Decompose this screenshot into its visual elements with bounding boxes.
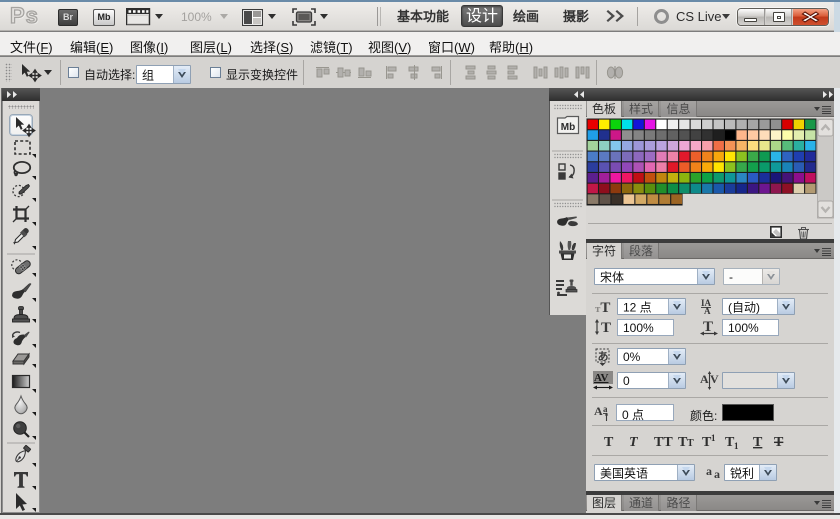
svg-text:V: V — [710, 372, 719, 386]
svg-text:あ: あ — [598, 350, 609, 363]
svg-text:T: T — [604, 435, 614, 450]
svg-text:a: a — [603, 404, 608, 414]
svg-text:1: 1 — [734, 441, 739, 450]
svg-text:1: 1 — [711, 433, 716, 443]
svg-text:T: T — [703, 319, 713, 335]
svg-text:T: T — [601, 320, 611, 336]
svg-text:Mb: Mb — [561, 122, 575, 133]
svg-text:A: A — [704, 306, 711, 315]
svg-text:a: a — [714, 467, 720, 480]
svg-text:T: T — [774, 435, 784, 450]
svg-text:A: A — [594, 404, 603, 418]
svg-text:T: T — [687, 438, 694, 449]
svg-text:A: A — [700, 372, 709, 386]
svg-text:T: T — [629, 435, 639, 450]
svg-text:TT: TT — [654, 435, 673, 450]
svg-text:a: a — [706, 465, 712, 478]
svg-text:AV: AV — [594, 372, 609, 384]
svg-text:T: T — [753, 435, 763, 450]
